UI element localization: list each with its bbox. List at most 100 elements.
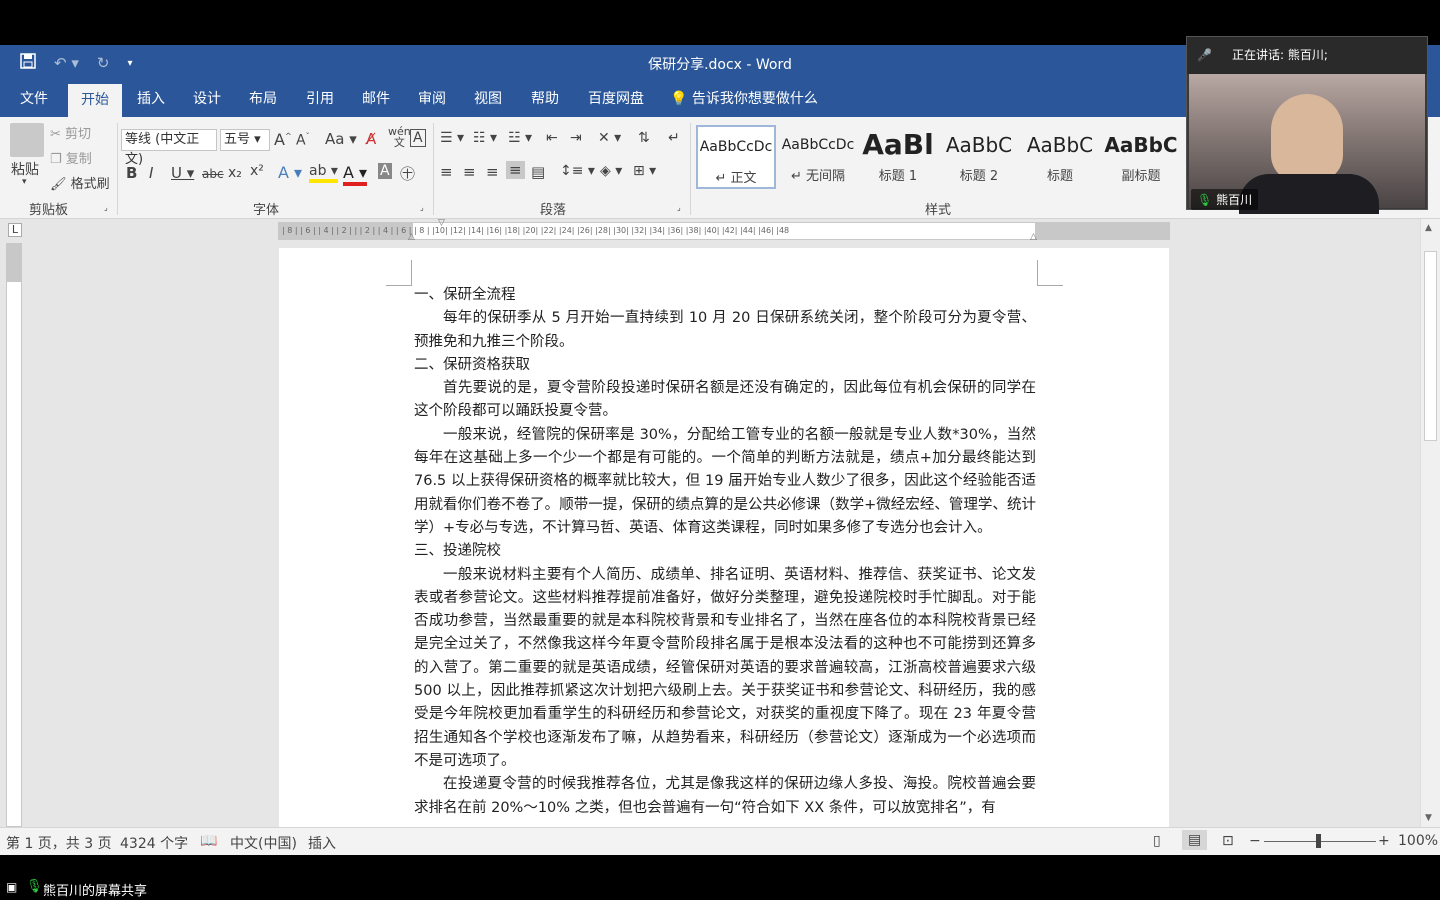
underline-button[interactable]: U ▾ (171, 164, 194, 182)
enclose-char-button[interactable]: ㊉ (400, 163, 415, 184)
align-right-button[interactable]: ≡ (486, 163, 499, 181)
insert-mode[interactable]: 插入 (308, 833, 336, 853)
increase-indent-button[interactable]: ⇥ (570, 130, 582, 146)
tab-references[interactable]: 引用 (296, 81, 344, 117)
superscript-button[interactable]: x² (250, 163, 264, 179)
participant-name-tag: 🎙 熊百川 (1191, 189, 1259, 210)
speaker-video-window[interactable]: 🎤 正在讲话: 熊百川; 🎙 熊百川 (1186, 36, 1428, 214)
font-color-button[interactable]: A ▾ (343, 163, 368, 186)
zoom-in-icon[interactable]: + (1378, 833, 1390, 849)
cut-button[interactable]: ✂ 剪切 (50, 123, 91, 142)
asian-layout-button[interactable]: ✕ ▾ (598, 130, 621, 146)
group-label-font: 字体 (253, 203, 280, 218)
scissors-icon: ✂ (50, 127, 66, 142)
tab-help[interactable]: 帮助 (521, 81, 569, 117)
style-subtitle[interactable]: AaBbC 副标题 (1101, 125, 1181, 189)
style-heading-2[interactable]: AaBbC 标题 2 (939, 125, 1019, 189)
tab-insert[interactable]: 插入 (127, 81, 175, 117)
speaking-indicator: 🎤 正在讲话: 熊百川; (1187, 37, 1427, 74)
align-left-button[interactable]: ≡ (440, 163, 453, 181)
tell-me-box[interactable]: 💡 告诉我你想要做什么 (660, 81, 828, 117)
style-no-spacing[interactable]: AaBbCcDc ↵ 无间隔 (778, 125, 858, 189)
multilevel-list-button[interactable]: ☳ ▾ (508, 130, 532, 146)
show-marks-button[interactable]: ↵ (668, 130, 680, 146)
screen-share-bar: ▣ 🎙 熊百川的屏幕共享 (0, 855, 1440, 900)
first-line-indent-marker[interactable]: ▽ (438, 218, 445, 228)
zoom-slider-thumb[interactable] (1316, 834, 1321, 848)
paragraph: 首先要说的是，夏令营阶段投递时保研名额是还没有确定的，因此每位有机会保研的同学在… (414, 380, 1036, 420)
highlight-button[interactable]: ab ▾ (309, 163, 338, 183)
hanging-indent-marker[interactable]: △ (408, 232, 415, 242)
separator (117, 123, 118, 215)
grow-font-button[interactable]: A^ (274, 130, 292, 149)
page-count[interactable]: 第 1 页，共 3 页 (6, 833, 112, 853)
scroll-thumb[interactable] (1424, 251, 1437, 441)
paste-dropdown-icon[interactable]: ▾ (22, 177, 27, 187)
format-painter-button[interactable]: 🖌 格式刷 (50, 173, 110, 192)
group-label-paragraph: 段落 (540, 203, 567, 218)
dialog-launcher-icon[interactable]: ⌟ (677, 203, 681, 212)
decrease-indent-button[interactable]: ⇤ (546, 130, 558, 146)
style-title[interactable]: AaBbC 标题 (1020, 125, 1100, 189)
paragraph: 一般来说材料主要有个人简历、成绩单、排名证明、英语材料、推荐信、获奖证书、论文发… (414, 566, 1036, 769)
document-body[interactable]: 一、保研全流程 每年的保研季从 5 月开始一直持续到 10 月 20 日保研系统… (414, 284, 1036, 820)
tab-baidu-netdisk[interactable]: 百度网盘 (578, 81, 654, 117)
dialog-launcher-icon[interactable]: ⌟ (104, 203, 108, 212)
style-normal[interactable]: AaBbCcDc ↵ 正文 (696, 125, 776, 189)
text-effects-button[interactable]: A ▾ (278, 163, 302, 182)
dialog-launcher-icon[interactable]: ⌟ (420, 203, 424, 212)
web-layout-icon[interactable]: ⊡ (1222, 833, 1234, 849)
print-layout-icon[interactable]: ▤ (1182, 830, 1208, 850)
font-name-combo[interactable]: 等线 (中文正文) (121, 129, 217, 167)
numbering-button[interactable]: ☷ ▾ (473, 130, 497, 146)
tab-view[interactable]: 视图 (464, 81, 512, 117)
align-center-button[interactable]: ≡ (463, 163, 476, 181)
bullets-button[interactable]: ☰ ▾ (440, 130, 464, 146)
char-border-button[interactable]: A (410, 129, 426, 147)
strikethrough-button[interactable]: abc (202, 167, 224, 181)
copy-button[interactable]: ❐ 复制 (50, 148, 92, 167)
distributed-button[interactable]: ▤ (531, 163, 545, 181)
shading-button[interactable]: ◈ ▾ (600, 163, 622, 179)
sort-button[interactable]: ⇅ (638, 130, 650, 146)
right-indent-marker[interactable]: △ (1030, 232, 1037, 242)
vertical-ruler[interactable] (6, 243, 22, 827)
borders-button[interactable]: ⊞ ▾ (633, 163, 656, 179)
tab-file[interactable]: 文件 (10, 81, 58, 117)
language-indicator[interactable]: 中文(中国) (230, 833, 297, 853)
style-heading-1[interactable]: AaBl 标题 1 (858, 125, 938, 189)
line-spacing-button[interactable]: ↕≡ ▾ (560, 163, 595, 179)
bold-button[interactable]: B (126, 164, 137, 182)
tab-selector[interactable]: L (8, 223, 22, 237)
shrink-font-button[interactable]: Aˇ (296, 132, 310, 149)
paste-button[interactable]: 粘贴 (11, 159, 39, 179)
person-shirt (1239, 174, 1379, 214)
char-shading-button[interactable]: A (378, 163, 392, 179)
justify-button[interactable]: ≡ (506, 161, 525, 179)
tab-mailings[interactable]: 邮件 (352, 81, 400, 117)
italic-button[interactable]: I (149, 164, 153, 182)
scroll-up-icon[interactable]: ▲ (1425, 223, 1432, 233)
document-page[interactable]: 一、保研全流程 每年的保研季从 5 月开始一直持续到 10 月 20 日保研系统… (279, 248, 1169, 827)
share-screen-icon: ▣ (6, 880, 18, 894)
zoom-out-icon[interactable]: − (1249, 833, 1261, 849)
tab-design[interactable]: 设计 (183, 81, 231, 117)
read-mode-icon[interactable]: ▯ (1153, 833, 1161, 849)
subscript-button[interactable]: x₂ (228, 165, 242, 181)
font-size-combo[interactable]: 五号 ▾ (220, 129, 270, 151)
clear-format-icon[interactable]: A̸ (366, 130, 376, 148)
paragraph: 每年的保研季从 5 月开始一直持续到 10 月 20 日保研系统关闭，整个阶段可… (414, 310, 1036, 350)
proofing-icon[interactable]: 📖 (200, 833, 217, 849)
tab-home[interactable]: 开始 (68, 84, 122, 117)
zoom-level[interactable]: 100% (1398, 833, 1438, 849)
heading-1: 一、保研全流程 (414, 287, 516, 303)
scroll-down-icon[interactable]: ▼ (1425, 813, 1432, 823)
tab-layout[interactable]: 布局 (239, 81, 287, 117)
change-case-button[interactable]: Aa ▾ (325, 130, 357, 148)
tab-review[interactable]: 审阅 (408, 81, 456, 117)
ruler-right-margin (1035, 223, 1169, 239)
word-count[interactable]: 4324 个字 (120, 833, 188, 853)
phonetic-guide-button[interactable]: wén 文 (388, 126, 411, 148)
person-face (1271, 94, 1343, 182)
vertical-scrollbar[interactable]: ▲ ▼ (1420, 219, 1440, 827)
